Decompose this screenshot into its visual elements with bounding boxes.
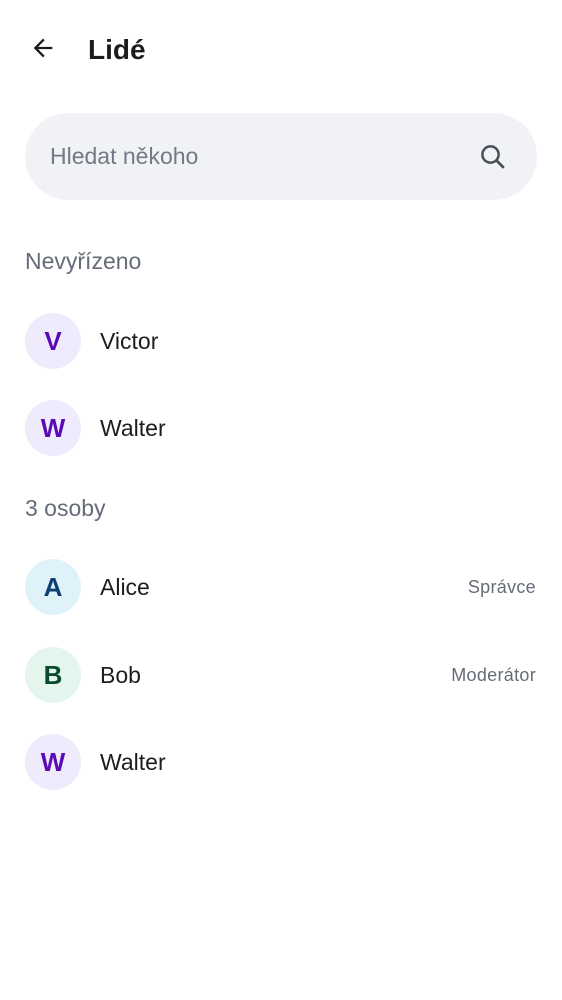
- search-icon[interactable]: [477, 141, 509, 173]
- search-bar[interactable]: [25, 113, 537, 200]
- avatar: B: [25, 647, 81, 703]
- member-name: Walter: [100, 415, 166, 441]
- top-app-bar: Lidé: [0, 0, 562, 100]
- member-role: Správce: [467, 577, 536, 597]
- member-row[interactable]: W Walter: [0, 392, 562, 464]
- avatar: W: [25, 400, 81, 456]
- avatar: W: [25, 734, 81, 790]
- section-header-joined: 3 osoby: [25, 495, 106, 521]
- back-button[interactable]: [20, 27, 66, 73]
- page-title: Lidé: [88, 34, 146, 65]
- member-role: Moderátor: [451, 665, 536, 685]
- section-header-pending: Nevyřízeno: [25, 248, 142, 274]
- member-row[interactable]: B Bob Moderátor: [0, 639, 562, 711]
- member-name: Walter: [100, 749, 166, 775]
- member-name: Victor: [100, 328, 159, 354]
- member-row[interactable]: V Victor: [0, 305, 562, 377]
- member-row[interactable]: W Walter: [0, 726, 562, 798]
- search-input[interactable]: [50, 113, 470, 200]
- avatar: A: [25, 559, 81, 615]
- member-name: Alice: [100, 574, 150, 600]
- member-name: Bob: [100, 662, 141, 688]
- arrow-left-icon: [29, 34, 57, 67]
- avatar: V: [25, 313, 81, 369]
- member-row[interactable]: A Alice Správce: [0, 551, 562, 623]
